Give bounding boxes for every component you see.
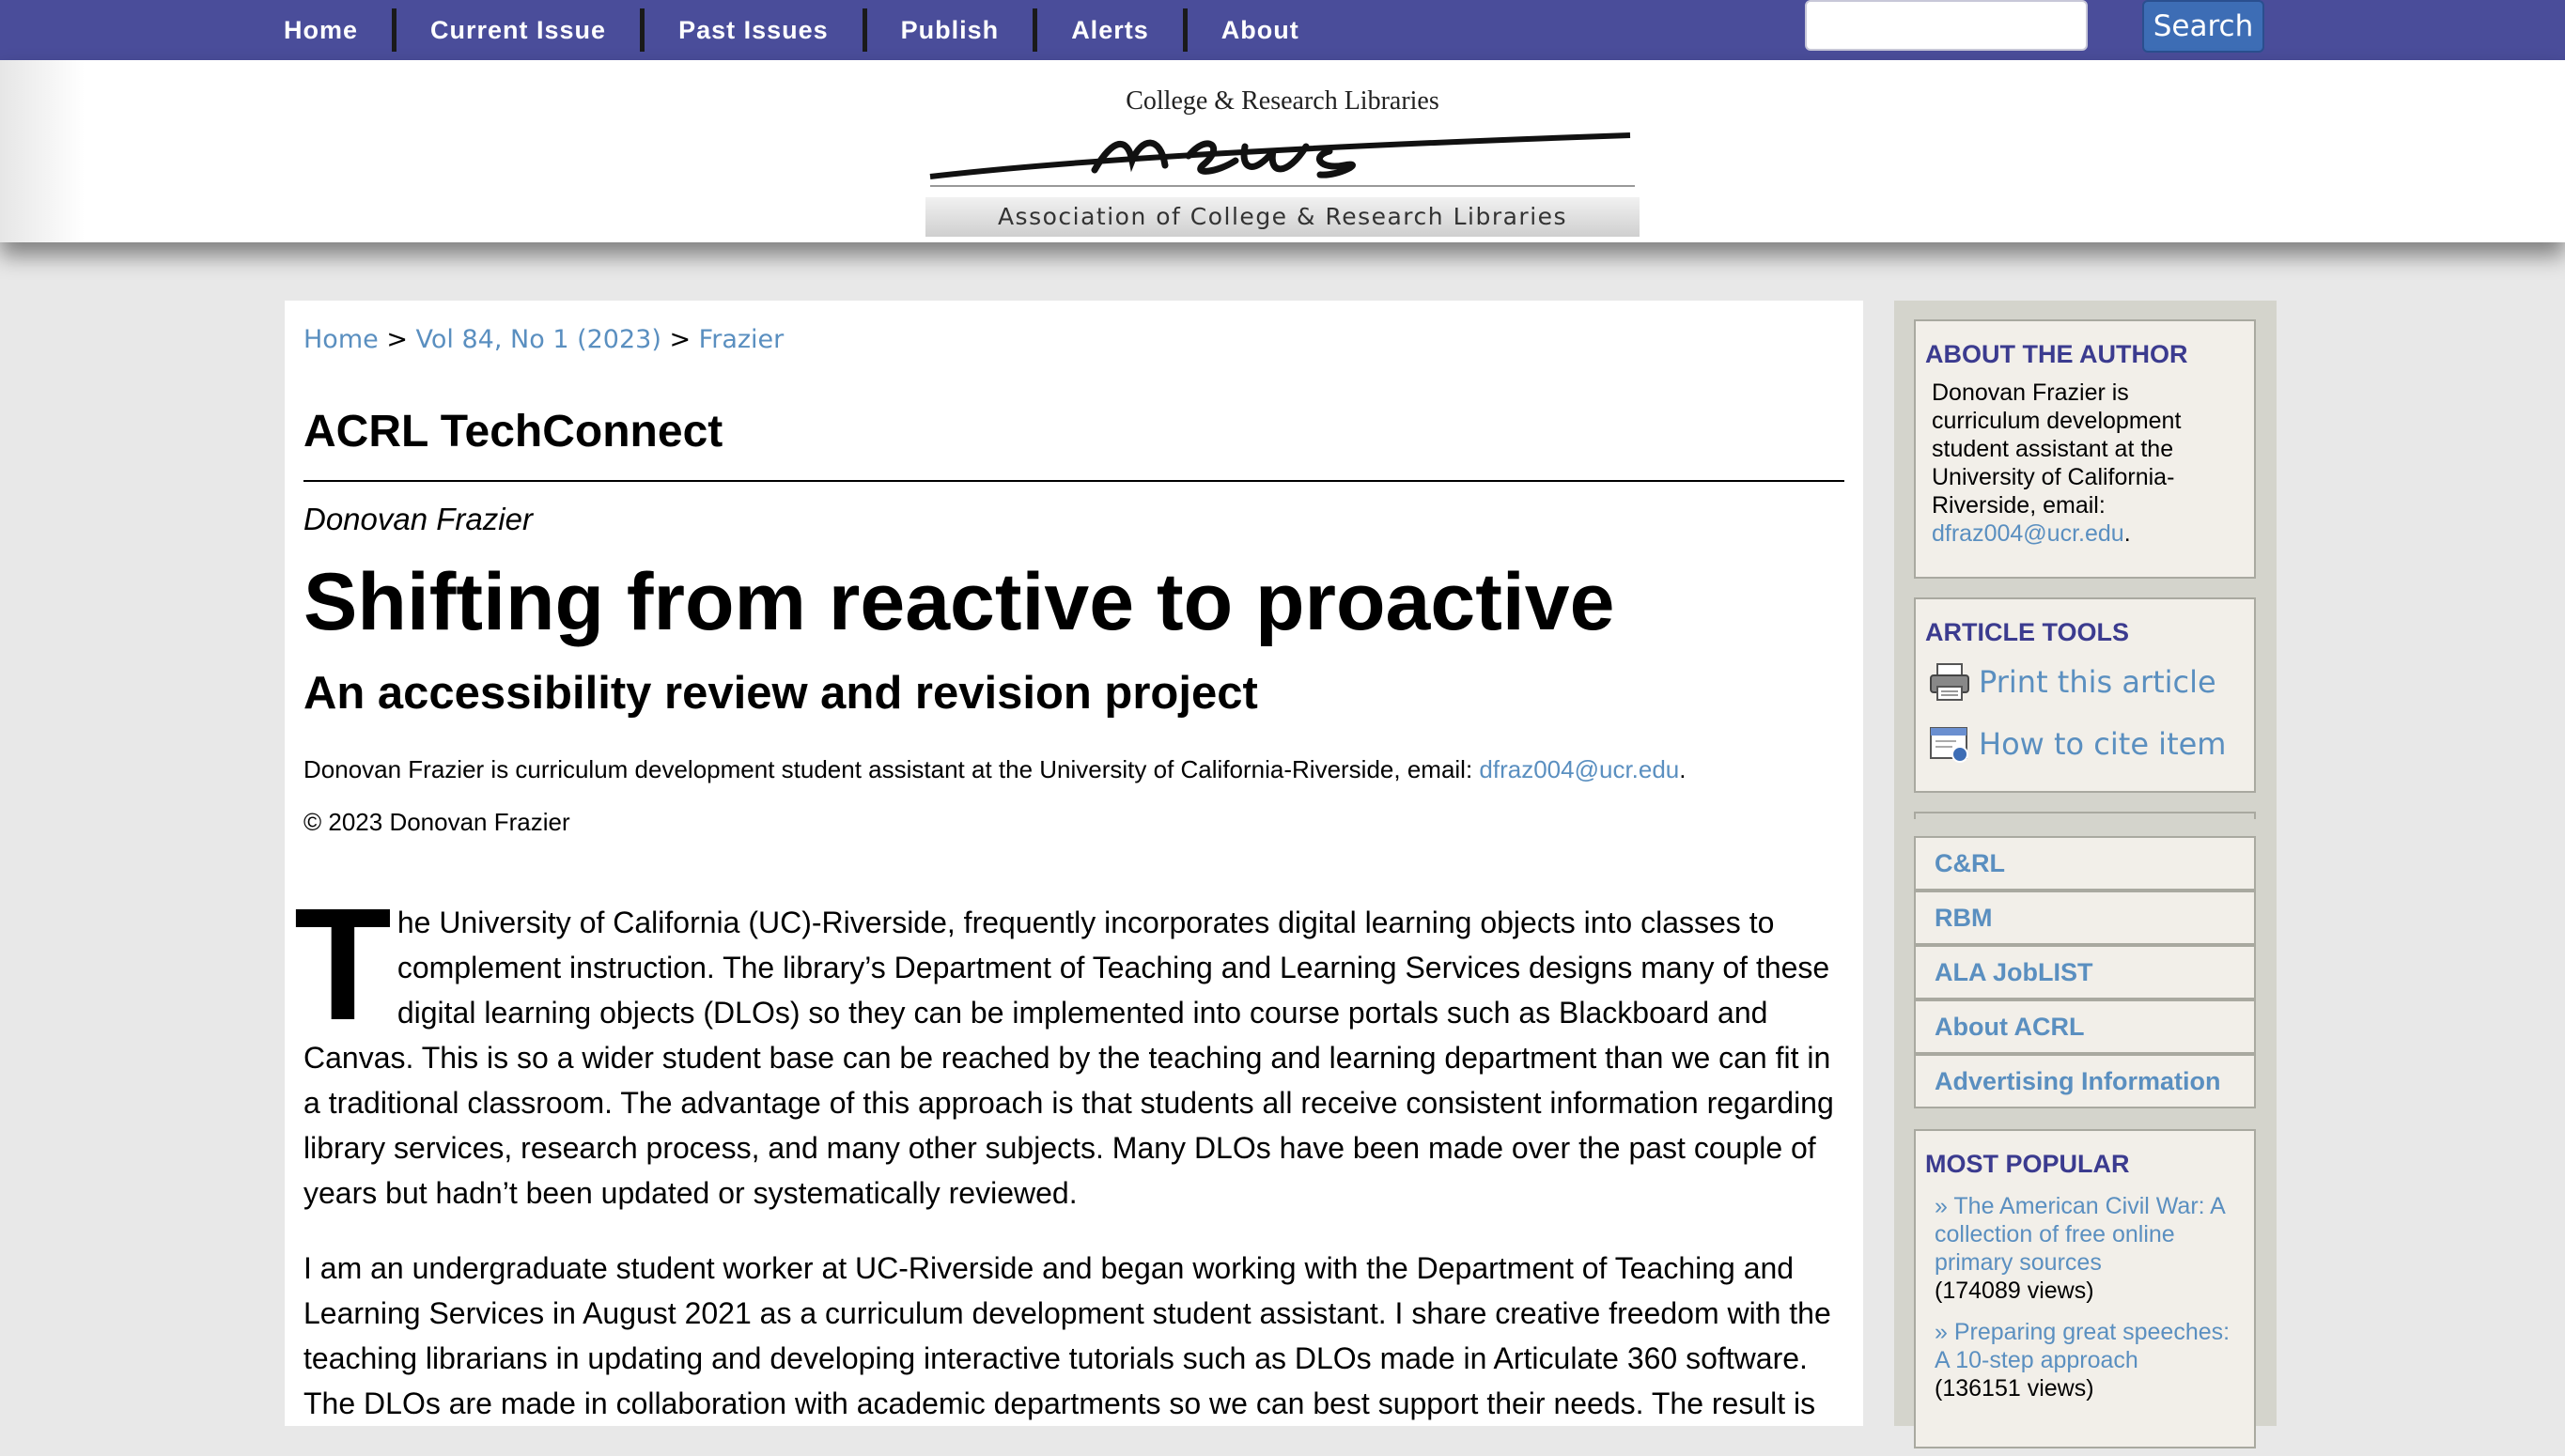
nav-menu: Home Current Issue Past Issues Publish A… [265,0,1333,60]
logo-bottom-text: Association of College & Research Librar… [925,197,1640,237]
logo-top-text: College & Research Libraries [1126,86,1439,116]
popular-item: » Preparing great speeches: A 10-step ap… [1935,1318,2245,1402]
link-rbm[interactable]: RBM [1914,891,2256,945]
author-note: Donovan Frazier is curriculum developmen… [303,755,1687,784]
cite-document-icon [1930,727,1968,763]
top-navigation-bar: Home Current Issue Past Issues Publish A… [0,0,2565,60]
search-input[interactable] [1805,0,2088,51]
breadcrumb-separator: > [661,325,699,354]
nav-about[interactable]: About [1188,8,1333,52]
breadcrumb-separator: > [378,325,416,354]
breadcrumb-home[interactable]: Home [303,325,379,354]
article-tools-box: ARTICLE TOOLS Print this article How to … [1914,597,2256,793]
paragraph: The University of California (UC)-Rivers… [294,885,1844,1216]
logo-script-graphic [929,132,1635,187]
about-author-end: . [2123,520,2131,547]
breadcrumb-current[interactable]: Frazier [699,325,785,354]
paragraph-text: he University of California (UC)-Riversi… [303,906,1834,1210]
site-logo[interactable]: College & Research Libraries Association… [925,83,1640,238]
printer-icon [1930,663,1969,701]
print-article-link[interactable]: Print this article [1979,664,2216,700]
popular-item-views: (174089 views) [1935,1278,2094,1304]
link-about-acrl[interactable]: About ACRL [1914,999,2256,1054]
link-ala-joblist[interactable]: ALA JobLIST [1914,945,2256,999]
article-title: Shifting from reactive to proactive [303,557,1615,647]
article-body: The University of California (UC)-Rivers… [294,885,1844,1456]
section-title: ACRL TechConnect [303,407,723,457]
popular-item-link[interactable]: » The American Civil War: A collection o… [1935,1192,2245,1277]
copyright: © 2023 Donovan Frazier [303,808,570,836]
about-author-text: Donovan Frazier is curriculum developmen… [1932,379,2223,548]
author-email-link[interactable]: dfraz004@ucr.edu [1479,755,1679,783]
article-tools-heading: ARTICLE TOOLS [1925,618,2130,646]
nav-current-issue[interactable]: Current Issue [396,8,645,52]
popular-item-link[interactable]: » Preparing great speeches: A 10-step ap… [1935,1318,2245,1374]
article-main: Home > Vol 84, No 1 (2023) > Frazier ACR… [285,301,1863,1426]
search-button[interactable]: Search [2142,0,2264,53]
article-author: Donovan Frazier [303,502,533,536]
about-author-email-link[interactable]: dfraz004@ucr.edu [1932,520,2124,547]
title-divider [303,480,1844,482]
header-shadow [0,60,85,242]
breadcrumb-issue[interactable]: Vol 84, No 1 (2023) [416,325,661,354]
nav-alerts[interactable]: Alerts [1037,8,1188,52]
author-note-end: . [1679,755,1687,783]
author-note-text: Donovan Frazier is curriculum developmen… [303,755,1480,783]
cite-item-link[interactable]: How to cite item [1979,726,2226,762]
breadcrumb: Home > Vol 84, No 1 (2023) > Frazier [303,325,784,354]
popular-item-views: (136151 views) [1935,1375,2094,1402]
article-subtitle: An accessibility review and revision pro… [303,668,1258,719]
most-popular-heading: MOST POPULAR [1925,1150,2130,1178]
sidebar-divider [1914,812,2256,819]
nav-past-issues[interactable]: Past Issues [645,8,867,52]
print-article-tool[interactable]: Print this article [1928,655,2254,709]
link-crl[interactable]: C&RL [1914,836,2256,891]
paragraph: I am an undergraduate student worker at … [303,1251,1831,1420]
nav-home[interactable]: Home [265,8,397,52]
sidebar: ABOUT THE AUTHOR Donovan Frazier is curr… [1894,301,2277,1448]
link-advertising-information[interactable]: Advertising Information [1914,1054,2256,1108]
nav-publish[interactable]: Publish [867,8,1038,52]
cite-item-tool[interactable]: How to cite item [1928,717,2254,771]
about-author-description: Donovan Frazier is curriculum developmen… [1932,379,2182,519]
about-author-heading: ABOUT THE AUTHOR [1925,340,2188,368]
about-author-box: ABOUT THE AUTHOR Donovan Frazier is curr… [1914,319,2256,579]
site-header: College & Research Libraries Association… [0,60,2565,242]
most-popular-box: MOST POPULAR » The American Civil War: A… [1914,1129,2256,1448]
popular-item: » The American Civil War: A collection o… [1935,1192,2245,1305]
drop-cap: T [294,875,392,1054]
